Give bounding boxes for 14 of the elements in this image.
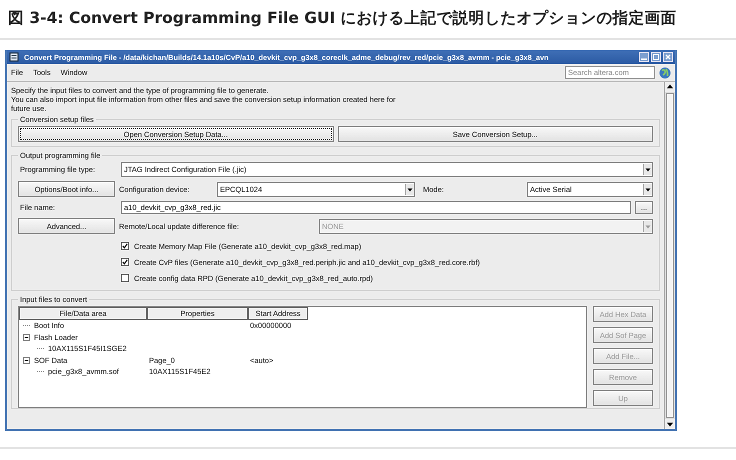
figure-caption: 図 3-4: Convert Programming File GUI における上記で説明したオプションの指定画面 [7, 8, 678, 29]
close-icon[interactable] [663, 52, 673, 62]
checkbox[interactable] [121, 258, 129, 266]
app-icon [9, 52, 19, 62]
scroll-down-icon[interactable] [665, 419, 675, 429]
scroll-bar[interactable] [664, 82, 675, 429]
collapse-icon[interactable] [23, 356, 30, 364]
maximize-icon[interactable] [651, 52, 661, 62]
minimize-icon[interactable] [639, 52, 649, 62]
globe-icon[interactable] [659, 66, 671, 78]
collapse-icon[interactable] [23, 334, 30, 341]
checkbox[interactable] [121, 274, 129, 282]
checkbox[interactable] [121, 242, 129, 250]
scroll-up-icon[interactable] [665, 82, 675, 92]
